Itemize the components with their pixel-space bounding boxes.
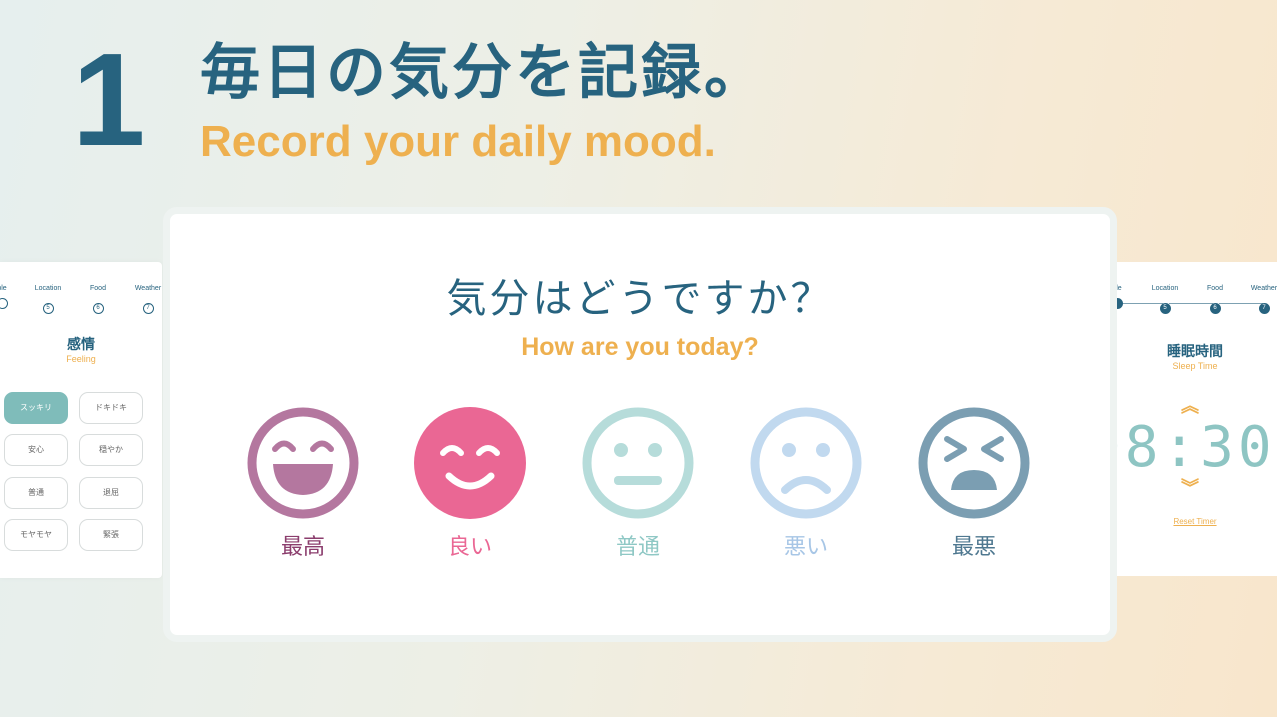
step-food[interactable]: Food 6 bbox=[1195, 284, 1235, 314]
laughing-face-icon bbox=[247, 407, 359, 519]
headline-english: Record your daily mood. bbox=[200, 117, 716, 166]
mood-option-bad[interactable]: 悪い bbox=[736, 406, 876, 562]
mood-label: 良い bbox=[447, 535, 492, 560]
mood-label: 最悪 bbox=[951, 535, 996, 560]
sleep-timer-value: 08:30 bbox=[1113, 418, 1276, 478]
step-location[interactable]: Location 5 bbox=[1145, 284, 1185, 314]
step-weather[interactable]: Weather 7 bbox=[128, 284, 168, 314]
mood-label: 最高 bbox=[280, 535, 325, 560]
frowning-face-icon bbox=[750, 407, 862, 519]
step-weather[interactable]: Weather 7 bbox=[1244, 284, 1277, 314]
mood-question: 気分はどうですか？ bbox=[446, 276, 834, 322]
mood-label: 悪い bbox=[783, 535, 828, 560]
mood-option-worst[interactable]: 最悪 bbox=[904, 406, 1044, 562]
feeling-subtitle: Feeling bbox=[66, 354, 96, 364]
feeling-chip[interactable]: 穏やか bbox=[79, 434, 143, 466]
step-people[interactable]: ple bbox=[0, 284, 22, 313]
step-indicator: ple Location 5 Food 6 Weather 7 bbox=[1111, 284, 1277, 314]
feeling-chip[interactable]: 緊張 bbox=[79, 519, 143, 551]
step-food[interactable]: Food 6 bbox=[78, 284, 118, 314]
feeling-chip[interactable]: モヤモヤ bbox=[4, 519, 68, 551]
feeling-title: 感情 bbox=[67, 337, 95, 353]
mood-question-english: How are you today? bbox=[521, 333, 759, 361]
feeling-chip[interactable]: 安心 bbox=[4, 434, 68, 466]
reset-timer-link[interactable]: Reset Timer bbox=[1113, 517, 1277, 526]
chevron-up-icon[interactable]: ︽ bbox=[1180, 392, 1200, 418]
feeling-chip[interactable]: ドキドキ bbox=[79, 392, 143, 424]
sleep-title: 睡眠時間 bbox=[1167, 344, 1223, 360]
feeling-chip[interactable]: 退屈 bbox=[79, 477, 143, 509]
sleep-subtitle: Sleep Time bbox=[1172, 361, 1218, 371]
mood-card: 気分はどうですか？ How are you today? 最高 良い 普通 悪い… bbox=[163, 207, 1117, 642]
neutral-face-icon bbox=[582, 407, 694, 519]
feeling-chip[interactable]: 普通 bbox=[4, 477, 68, 509]
mood-option-good[interactable]: 良い bbox=[400, 406, 540, 562]
mood-option-best[interactable]: 最高 bbox=[233, 406, 373, 562]
distressed-face-icon bbox=[918, 407, 1030, 519]
smiling-face-icon bbox=[414, 407, 526, 519]
sleep-timer-display[interactable]: 08:30 bbox=[1113, 418, 1277, 478]
feeling-screen-preview: ple Location 5 Food 6 Weather 7 感情 Feeli… bbox=[0, 262, 162, 578]
mood-label: 普通 bbox=[615, 535, 660, 560]
feeling-chip[interactable]: スッキリ bbox=[4, 392, 68, 424]
step-location[interactable]: Location 5 bbox=[28, 284, 68, 314]
headline-japanese: 毎日の気分を記録。 bbox=[200, 38, 767, 108]
step-number: 1 bbox=[72, 26, 146, 173]
mood-option-neutral[interactable]: 普通 bbox=[568, 406, 708, 562]
step-indicator: ple Location 5 Food 6 Weather 7 bbox=[0, 284, 162, 314]
